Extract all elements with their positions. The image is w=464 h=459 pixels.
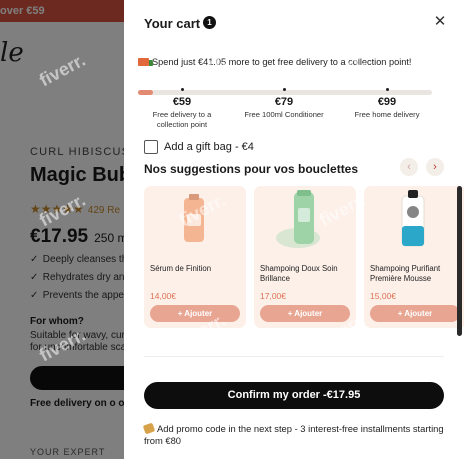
milestone-amount: €99	[377, 96, 397, 108]
product-name: Sérum de Finition	[150, 264, 212, 273]
product-name: Shampoing Doux Soin Brillance	[260, 264, 338, 283]
milestone-dot	[385, 88, 389, 91]
product-price: 14,00€	[150, 291, 176, 301]
product-carousel: Sérum de Finition 14,00€ + Ajouter Shamp…	[144, 186, 464, 328]
milestone-99: €99 Free home delivery	[342, 88, 432, 120]
milestone-amount: €59	[172, 96, 192, 108]
shipping-message-text: Spend just €41.05 more to get free deliv…	[152, 57, 412, 67]
cart-header: Your cart 1 ✕	[124, 0, 464, 46]
promo-info: Add promo code in the next step - 3 inte…	[142, 422, 444, 446]
carousel-next-button[interactable]: ›	[426, 158, 444, 176]
product-image	[184, 194, 204, 242]
add-product-button[interactable]: + Ajouter	[150, 305, 240, 322]
milestone-79: €79 Free 100ml Conditioner	[239, 88, 329, 120]
product-card[interactable]: Sérum de Finition 14,00€ + Ajouter	[144, 186, 246, 328]
cart-title: Your cart	[144, 16, 201, 31]
tag-icon	[142, 422, 156, 435]
milestone-dot	[282, 88, 286, 91]
truck-icon	[138, 58, 153, 66]
add-product-button[interactable]: + Ajouter	[260, 305, 350, 322]
gift-bag-checkbox[interactable]	[144, 139, 158, 154]
cart-count-badge: 1	[203, 16, 216, 29]
milestone-amount: €79	[274, 96, 294, 108]
promo-info-text: Add promo code in the next step - 3 inte…	[144, 423, 444, 446]
divider	[144, 356, 444, 357]
product-name: Shampoing Purifiant Première Mousse	[370, 264, 441, 283]
free-shipping-message: Spend just €41.05 more to get free deliv…	[138, 57, 458, 67]
confirm-order-button[interactable]: Confirm my order -€17.95	[144, 382, 444, 409]
product-image	[276, 190, 320, 248]
suggestions-title: Nos suggestions pour vos bouclettes	[144, 162, 359, 176]
close-icon[interactable]: ✕	[432, 14, 448, 30]
product-image	[401, 190, 425, 247]
milestone-dot	[180, 88, 184, 91]
cart-footer: Confirm my order -€17.95 Add promo code …	[124, 368, 464, 459]
add-product-button[interactable]: + Ajouter	[370, 305, 460, 322]
product-price: 17,00€	[260, 291, 286, 301]
gift-bag-label: Add a gift bag - €4	[164, 140, 254, 153]
milestone-reward: Free 100ml Conditioner	[244, 110, 324, 119]
product-card[interactable]: Shampoing Doux Soin Brillance 17,00€ + A…	[254, 186, 356, 328]
scrollbar[interactable]	[457, 186, 462, 336]
product-card[interactable]: Shampoing Purifiant Première Mousse 15,0…	[364, 186, 464, 328]
milestone-reward: Free delivery to a collection point	[152, 110, 212, 129]
gift-bag-option[interactable]: Add a gift bag - €4	[144, 138, 254, 154]
product-price: 15,00€	[370, 291, 396, 301]
carousel-prev-button[interactable]: ‹	[400, 158, 418, 176]
milestone-reward: Free home delivery	[354, 110, 420, 119]
cart-drawer: Your cart 1 ✕ Spend just €41.05 more to …	[124, 0, 464, 459]
milestone-59: €59 Free delivery to a collection point	[137, 88, 227, 129]
